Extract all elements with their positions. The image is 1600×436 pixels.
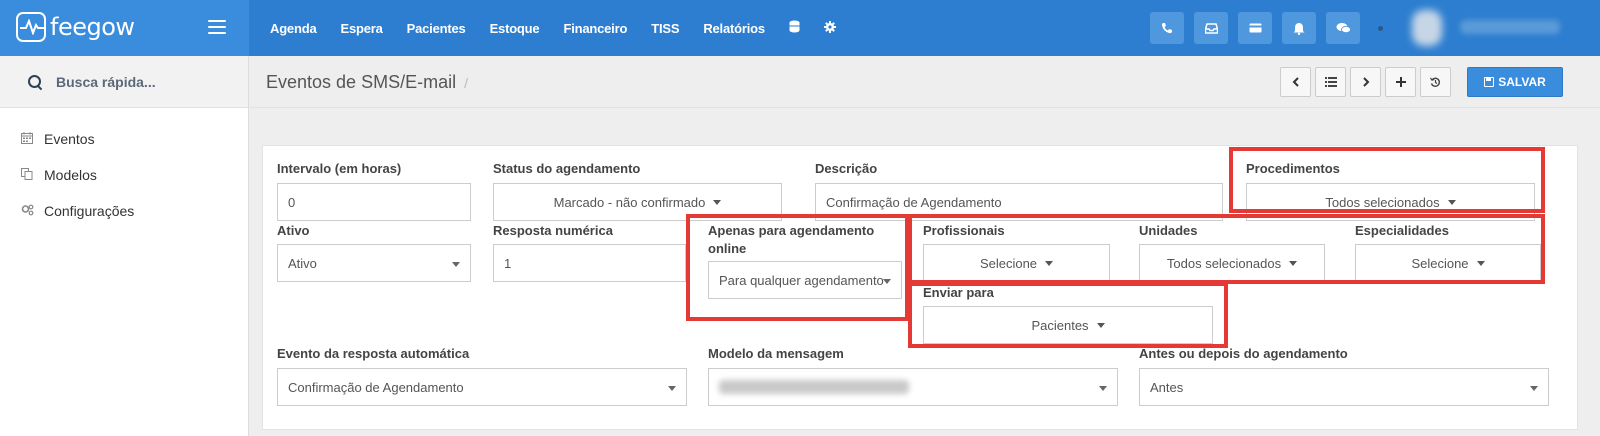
cogs-icon [20,204,34,219]
antes-depois-select[interactable]: Antes [1139,368,1549,406]
bell-icon[interactable] [1282,12,1316,44]
sidebar: Busca rápida... Eventos Modelos Configur… [0,56,249,436]
calendar-icon [20,131,34,147]
database-icon[interactable] [789,20,800,36]
chevron-right-icon [1362,77,1369,87]
nav-espera[interactable]: Espera [340,21,382,36]
chat-icon[interactable] [1326,12,1360,44]
list-icon [1324,77,1337,87]
modelo-label: Modelo da mensagem [708,346,844,361]
nav-estoque[interactable]: Estoque [490,21,540,36]
record-toolbar: SALVAR [1280,67,1563,97]
antes-depois-value: Antes [1150,379,1184,395]
resposta-label: Resposta numérica [493,223,613,238]
ativo-label: Ativo [277,223,310,238]
modelo-select[interactable] [708,368,1118,406]
pulse-logo-icon [16,12,46,42]
quick-search[interactable]: Busca rápida... [0,56,248,108]
brand-name: feegow [50,13,135,41]
chevron-left-icon [1292,77,1299,87]
ativo-select[interactable]: Ativo [277,244,471,282]
add-button[interactable] [1385,67,1416,97]
save-button-label: SALVAR [1498,75,1546,89]
nav-financeiro[interactable]: Financeiro [563,21,627,36]
highlight-procedimentos [1229,147,1545,213]
status-label: Status do agendamento [493,161,641,176]
sidebar-item-label: Modelos [44,167,97,183]
nav-agenda[interactable]: Agenda [270,21,317,36]
nav-relatorios[interactable]: Relatórios [703,21,765,36]
resposta-value: 1 [504,255,512,271]
intervalo-value: 0 [288,194,296,210]
caret-down-icon [713,199,722,205]
history-icon [1430,77,1440,87]
plus-icon [1395,77,1406,87]
caret-down-icon [668,386,676,391]
caret-down-icon [452,262,460,267]
sidebar-item-configuracoes[interactable]: Configurações [0,193,248,229]
nav-pacientes[interactable]: Pacientes [407,21,466,36]
copy-icon [20,167,34,183]
caret-down-icon [1099,386,1107,391]
avatar[interactable] [1412,10,1442,46]
page-title: Eventos de SMS/E-mail / [266,72,468,93]
caret-down-icon [1530,386,1538,391]
card-icon[interactable] [1238,12,1272,44]
ativo-value: Ativo [288,255,317,271]
history-button[interactable] [1420,67,1451,97]
descricao-label: Descrição [815,161,878,176]
content-header: Eventos de SMS/E-mail / SALVAR [250,56,1600,108]
page-title-text: Eventos de SMS/E-mail [266,72,457,92]
previous-record-button[interactable] [1280,67,1311,97]
evento-resposta-label: Evento da resposta automática [277,346,470,361]
descricao-value: Confirmação de Agendamento [826,194,1002,210]
save-button[interactable]: SALVAR [1467,67,1563,97]
logo[interactable]: feegow [16,12,135,42]
event-form: Intervalo (em horas) 0 Status do agendam… [262,145,1578,430]
sidebar-item-label: Configurações [44,203,135,219]
status-value: Marcado - não confirmado [553,194,706,210]
top-actions [1150,12,1360,44]
menu-toggle-icon[interactable] [208,20,226,34]
nav-tiss[interactable]: TISS [651,21,679,36]
status-dot [1378,26,1383,31]
top-navbar: feegow Agenda Espera Pacientes Estoque F… [0,0,1600,56]
highlight-enviar-para [908,282,1228,348]
intervalo-label: Intervalo (em horas) [277,161,402,176]
sidebar-item-modelos[interactable]: Modelos [0,157,248,193]
evento-resposta-value: Confirmação de Agendamento [288,379,464,395]
main-nav: Agenda Espera Pacientes Estoque Financei… [258,0,848,56]
search-icon [28,74,42,89]
gear-icon[interactable] [823,20,836,36]
brand-area: feegow [0,0,249,56]
highlight-profissionais-unidades-especialidades [908,214,1545,284]
sidebar-item-eventos[interactable]: Eventos [0,121,248,157]
evento-resposta-select[interactable]: Confirmação de Agendamento [277,368,687,406]
resposta-input[interactable]: 1 [493,244,686,282]
search-placeholder: Busca rápida... [56,73,156,90]
next-record-button[interactable] [1350,67,1381,97]
intervalo-input[interactable]: 0 [277,183,471,221]
phone-icon[interactable] [1150,12,1184,44]
save-icon [1484,77,1495,87]
modelo-value-blurred [719,380,909,394]
breadcrumb-separator: / [464,75,468,91]
sidebar-menu: Eventos Modelos Configurações [0,108,248,229]
user-name-blurred[interactable] [1460,20,1560,34]
highlight-apenas-online [686,214,909,321]
sidebar-item-label: Eventos [44,131,95,147]
inbox-icon[interactable] [1194,12,1228,44]
list-button[interactable] [1315,67,1346,97]
